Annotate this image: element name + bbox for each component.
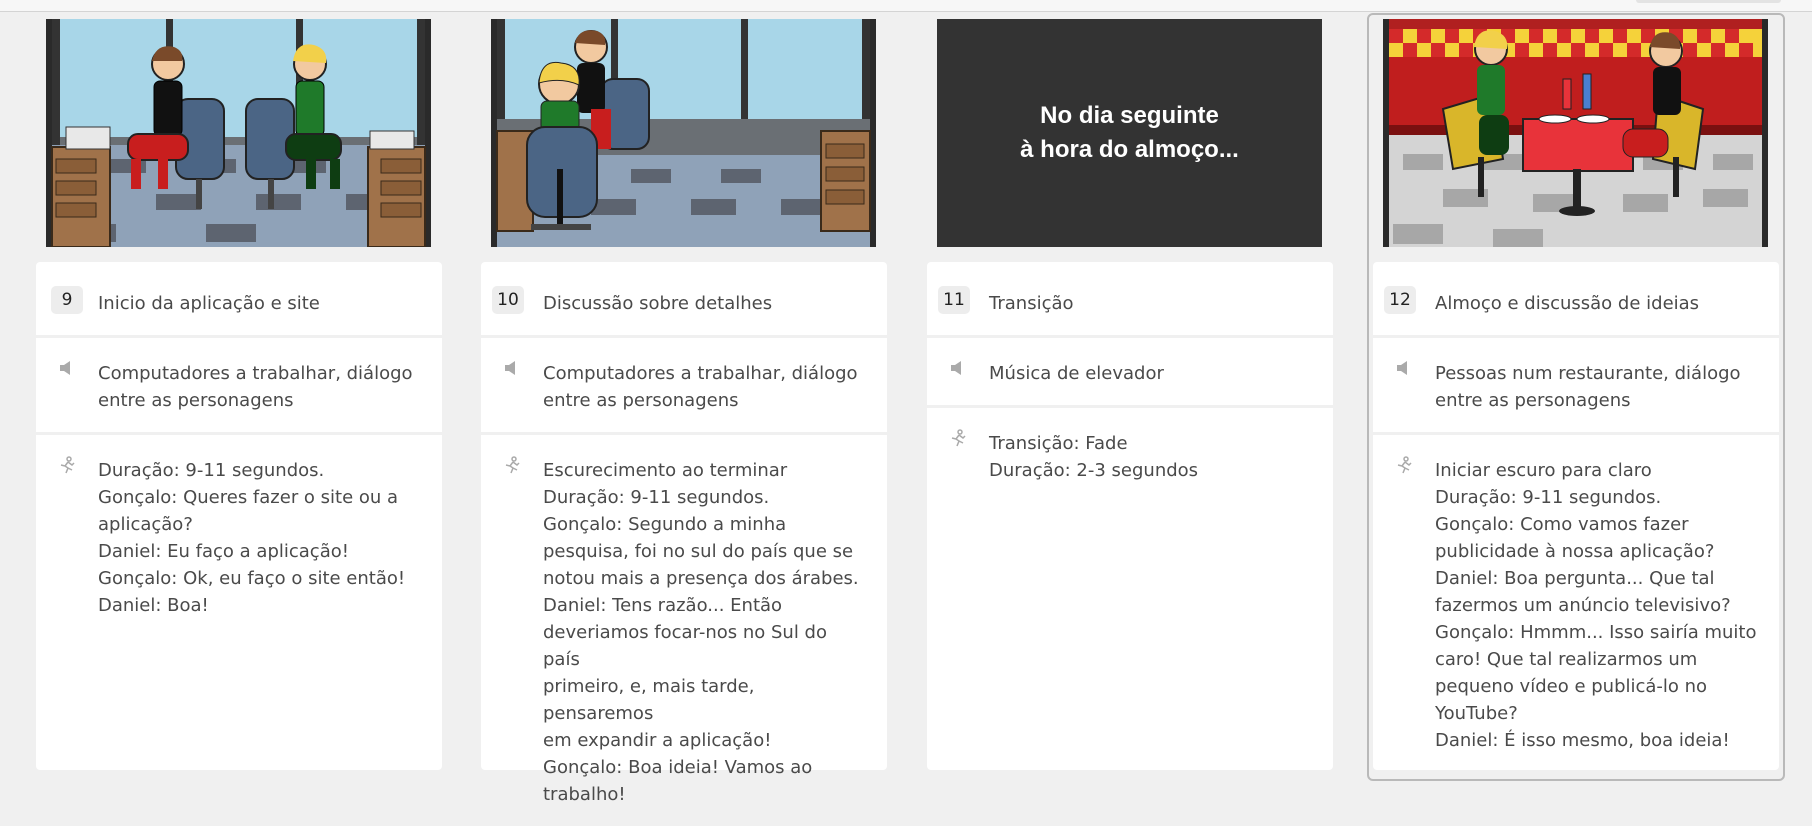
storyboard-panel-10[interactable]: 10 Discussão sobre detalhes Computadores… [481, 0, 887, 805]
storyboard-panel-9[interactable]: 9 Inicio da aplicação e site Computadore… [36, 0, 442, 770]
scene-illustration-restaurant [1383, 19, 1768, 247]
action-description[interactable]: Transição: Fade Duração: 2-3 segundos [927, 408, 1333, 502]
scene-illustration-office [46, 19, 431, 247]
sound-row[interactable]: Computadores a trabalhar, diálogo entre … [481, 338, 887, 435]
running-figure-icon [60, 456, 75, 474]
sound-description[interactable]: Música de elevador [927, 338, 1333, 405]
action-description[interactable]: Iniciar escuro para claro Duração: 9-11 … [1373, 435, 1779, 772]
panel-title[interactable]: Inicio da aplicação e site [98, 293, 320, 314]
panel-number-badge: 12 [1384, 286, 1416, 314]
panel-title[interactable]: Discussão sobre detalhes [543, 293, 772, 314]
panel-number-badge: 9 [51, 286, 83, 314]
action-row[interactable]: Duração: 9-11 segundos. Gonçalo: Queres … [36, 435, 442, 637]
action-row[interactable]: Escurecimento ao terminar Duração: 9-11 … [481, 435, 887, 826]
checker-wall [1389, 29, 1762, 57]
action-description[interactable]: Duração: 9-11 segundos. Gonçalo: Queres … [36, 435, 442, 637]
transition-caption: No dia seguinte à hora do almoço... [1020, 102, 1239, 163]
action-row[interactable]: Transição: Fade Duração: 2-3 segundos [927, 408, 1333, 502]
speaker-icon [505, 361, 515, 375]
speaker-icon [951, 361, 961, 375]
scene-image[interactable]: No dia seguinte à hora do almoço... [937, 19, 1322, 247]
running-figure-icon [505, 456, 520, 474]
panel-card: 12 Almoço e discussão de ideias Pessoas … [1373, 262, 1779, 770]
running-figure-icon [951, 429, 966, 447]
storyboard-panel-11[interactable]: No dia seguinte à hora do almoço... 11 T… [927, 0, 1333, 770]
scene-image[interactable] [46, 19, 431, 247]
panel-title[interactable]: Transição [989, 293, 1074, 314]
speaker-icon [1397, 361, 1407, 375]
sound-row[interactable]: Música de elevador [927, 338, 1333, 408]
panel-title[interactable]: Almoço e discussão de ideias [1435, 293, 1699, 314]
scene-image[interactable] [491, 19, 876, 247]
title-row[interactable]: 11 Transição [927, 262, 1333, 338]
panel-number-badge: 11 [938, 286, 970, 314]
running-figure-icon [1397, 456, 1412, 474]
sound-description[interactable]: Pessoas num restaurante, diálogo entre a… [1373, 338, 1779, 432]
panel-card: 11 Transição Música de elevador Transiçã… [927, 262, 1333, 770]
title-row[interactable]: 9 Inicio da aplicação e site [36, 262, 442, 338]
panel-card: 10 Discussão sobre detalhes Computadores… [481, 262, 887, 805]
scene-illustration-office-facing [491, 19, 876, 247]
storyboard-panel-12[interactable]: 12 Almoço e discussão de ideias Pessoas … [1367, 0, 1785, 781]
sound-description[interactable]: Computadores a trabalhar, diálogo entre … [481, 338, 887, 432]
action-description[interactable]: Escurecimento ao terminar Duração: 9-11 … [481, 435, 887, 826]
title-row[interactable]: 10 Discussão sobre detalhes [481, 262, 887, 338]
panel-number-badge: 10 [492, 286, 524, 314]
sound-row[interactable]: Pessoas num restaurante, diálogo entre a… [1373, 338, 1779, 435]
scene-image[interactable] [1383, 19, 1768, 247]
panel-card: 9 Inicio da aplicação e site Computadore… [36, 262, 442, 770]
title-row[interactable]: 12 Almoço e discussão de ideias [1373, 262, 1779, 338]
action-row[interactable]: Iniciar escuro para claro Duração: 9-11 … [1373, 435, 1779, 772]
sound-row[interactable]: Computadores a trabalhar, diálogo entre … [36, 338, 442, 435]
sound-description[interactable]: Computadores a trabalhar, diálogo entre … [36, 338, 442, 432]
speaker-icon [60, 361, 70, 375]
